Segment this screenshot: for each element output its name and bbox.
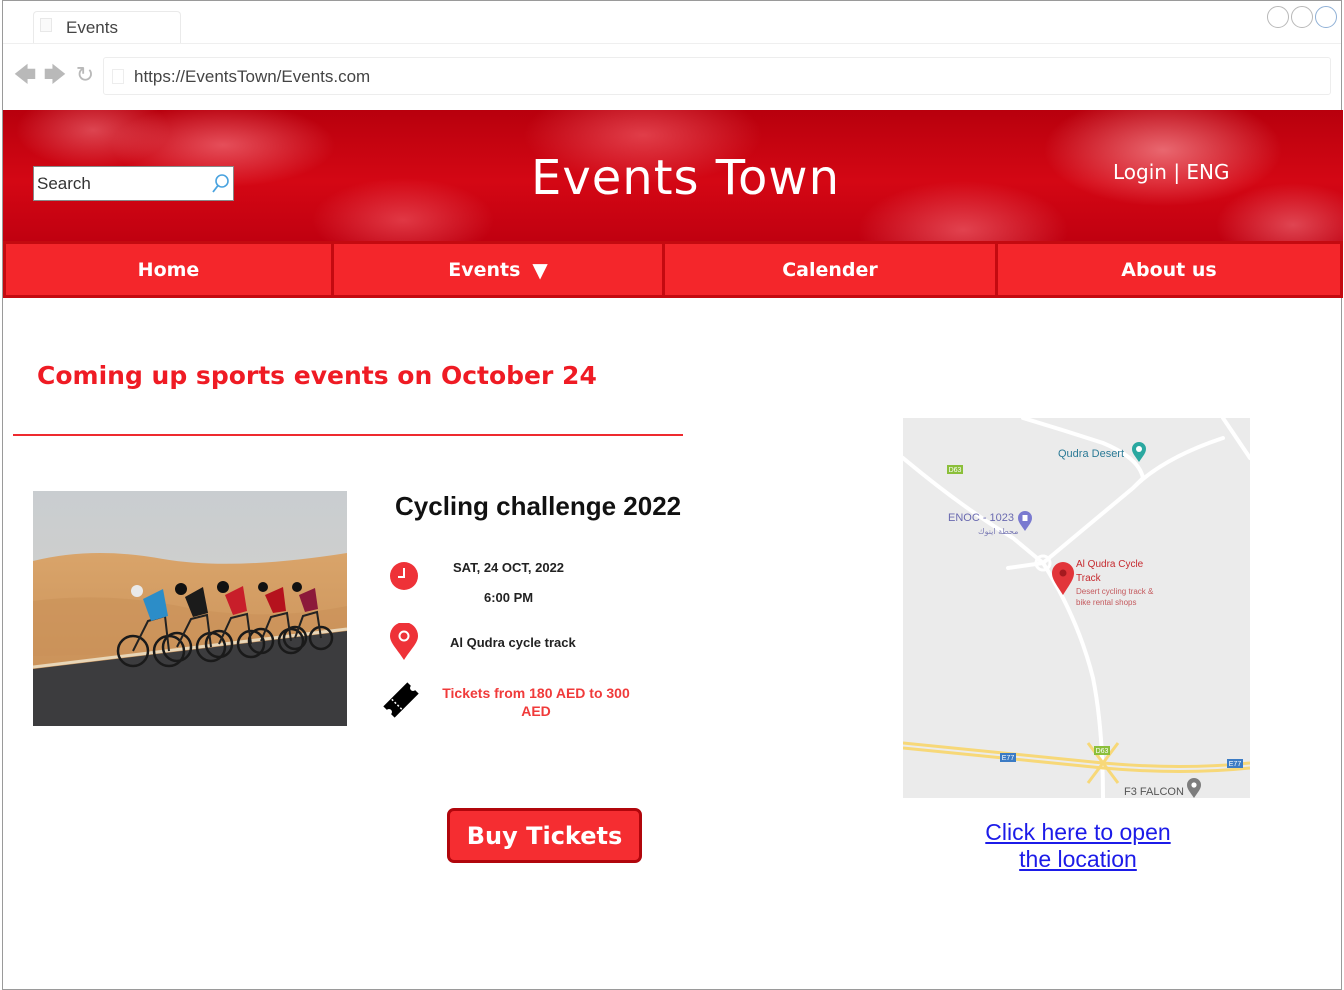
menu-item-label: Calender [782,258,878,281]
document-icon [40,18,52,32]
dropdown-triangle-icon: ▼ [532,257,548,282]
menu-item-label: About us [1121,258,1217,281]
open-location-link[interactable]: Click here to open the location [963,819,1193,873]
location-map[interactable]: D63 D63 E77 E77 Qudra Desert ENOC - 1023… [903,418,1250,798]
browser-tab[interactable]: Events [33,11,181,43]
search-input[interactable] [37,173,207,195]
menu-item-calender[interactable]: Calender [665,241,998,298]
d63-top-shield: D63 [949,467,962,474]
search-icon[interactable] [210,173,230,195]
e77-left-shield: E77 [1002,755,1015,762]
navigation-controls: 🡄 🡆 ↻ [13,64,97,86]
location-pin-icon [390,623,418,660]
map-link-line-2[interactable]: the location [1019,846,1137,872]
minimize-button[interactable] [1267,6,1289,28]
url-text[interactable]: https://EventsTown/Events.com [134,67,370,87]
menu-item-about-us[interactable]: About us [998,241,1343,298]
main-menu: Home Events ▼ Calender About us [3,241,1343,298]
map-label-falcon: F3 FALCON [1124,786,1184,798]
search-box[interactable] [33,166,234,201]
menu-item-home[interactable]: Home [3,241,334,298]
ticket-icon [383,682,419,718]
event-location: Al Qudra cycle track [450,635,576,650]
event-date: SAT, 24 OCT, 2022 [453,560,565,575]
browser-window: Events 🡄 🡆 ↻ https://EventsTown/Events.c… [2,0,1343,990]
event-photo[interactable] [33,491,347,726]
tab-title: Events [66,18,118,37]
site-title: Events Town [531,150,840,206]
map-label-qudra-desert: Qudra Desert [1058,448,1124,460]
clock-icon [390,562,418,590]
map-label-enoc-arabic: محطة اينوك [978,527,1018,536]
map-label-enoc: ENOC - 1023 [948,512,1014,524]
event-time: 6:00 PM [484,590,534,605]
browser-toolbar: 🡄 🡆 ↻ https://EventsTown/Events.com [3,43,1341,109]
e77-right-shield: E77 [1229,761,1242,768]
address-bar[interactable]: https://EventsTown/Events.com [103,57,1331,95]
section-divider [13,434,683,436]
reload-icon[interactable]: ↻ [73,64,97,86]
maximize-button[interactable] [1291,6,1313,28]
forward-arrow-icon[interactable]: 🡆 [43,64,67,86]
window-controls [1267,6,1337,28]
site-header: Events Town Login | ENG [3,110,1343,241]
map-label-track-desc-2: bike rental shops [1076,598,1136,607]
menu-item-label: Home [137,258,200,281]
menu-item-label: Events [448,258,521,281]
map-label-track-desc-1: Desert cycling track & [1076,587,1154,596]
d63-bottom-shield: D63 [1096,748,1109,755]
event-title[interactable]: Cycling challenge 2022 [395,491,681,522]
page-headline: Coming up sports events on October 24 [37,361,597,390]
event-ticket-price: Tickets from 180 AED to 300 AED [442,685,630,719]
map-label-track-name-1: Al Qudra Cycle [1076,559,1144,570]
map-link-line-1[interactable]: Click here to open [985,819,1170,845]
close-button[interactable] [1315,6,1337,28]
back-arrow-icon[interactable]: 🡄 [13,64,37,86]
page-icon [112,69,124,84]
map-label-track-name-2: Track [1076,573,1102,584]
menu-item-events[interactable]: Events ▼ [334,241,665,298]
buy-tickets-button[interactable]: Buy Tickets [447,808,642,863]
login-language-link[interactable]: Login | ENG [1113,160,1230,184]
